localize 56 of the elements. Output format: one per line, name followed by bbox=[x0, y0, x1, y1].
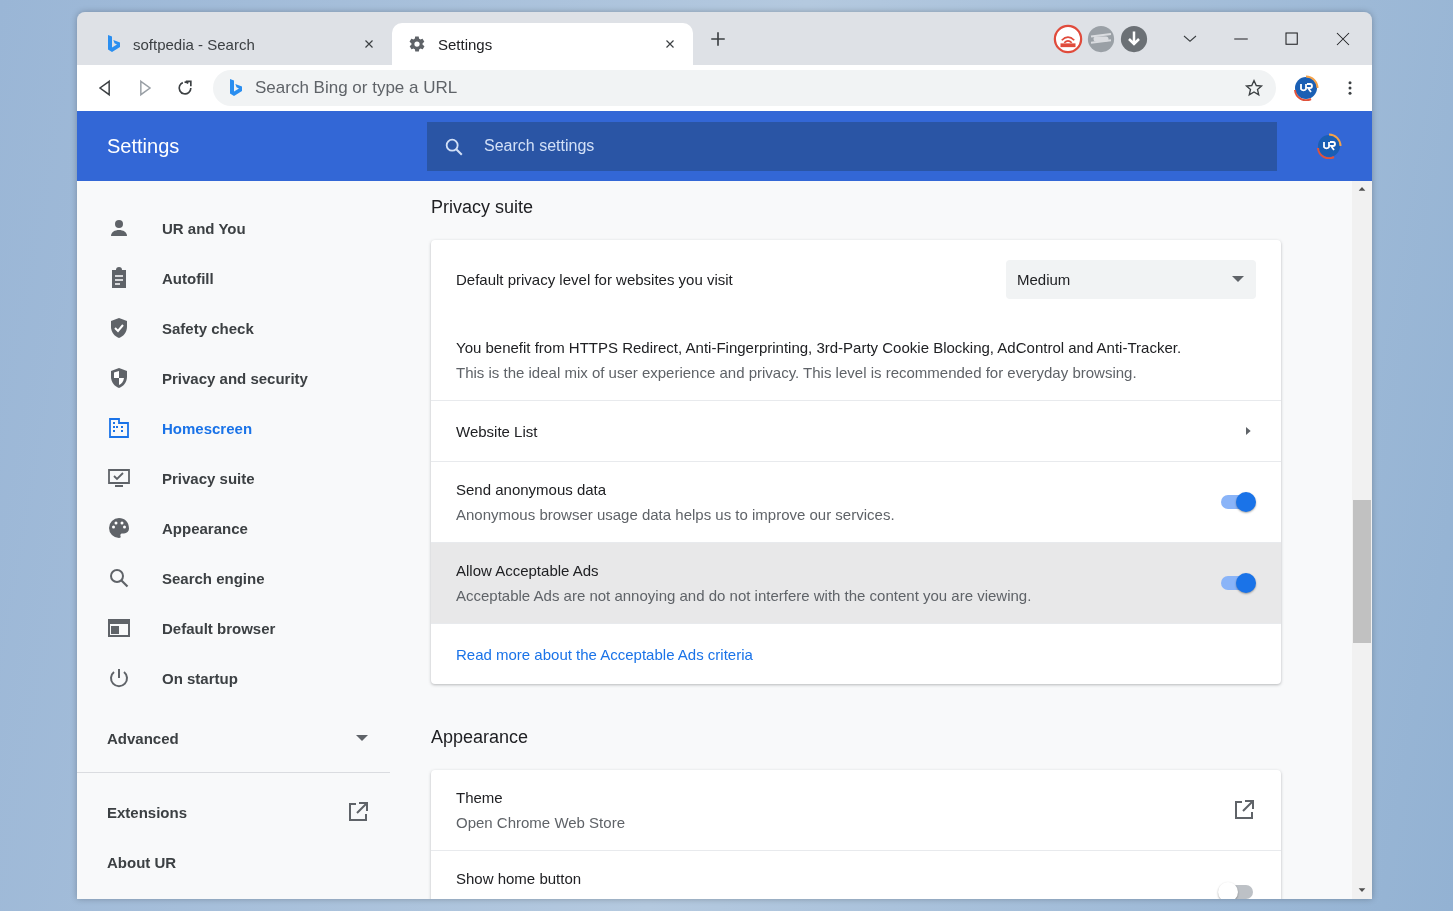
sidebar-item[interactable]: Default browser bbox=[77, 603, 276, 653]
description-text: This is the ideal mix of user experience and privacy. This level is recommended for everyday browsing. bbox=[456, 363, 1137, 383]
page-title: Settings bbox=[107, 134, 181, 158]
reload-icon[interactable] bbox=[175, 78, 195, 98]
star-icon[interactable] bbox=[1244, 78, 1264, 98]
setting-description: Anonymous browser usage data helps us to improve our services. bbox=[456, 505, 896, 525]
privacy-level-dropdown[interactable]: Medium bbox=[1006, 259, 1256, 299]
scrollbar-thumb[interactable] bbox=[1353, 500, 1371, 643]
browser-tab[interactable]: softpedia - Search bbox=[91, 23, 392, 65]
download-icon[interactable] bbox=[1119, 23, 1149, 54]
sidebar-item[interactable]: On startup bbox=[77, 653, 238, 703]
setting-description: Acceptable Ads are not annoying and do not interfere with the content you are viewing. bbox=[456, 586, 1033, 606]
search-icon bbox=[107, 566, 131, 590]
sidebar-item[interactable]: Safety check bbox=[77, 303, 254, 353]
setting-label: Send anonymous data bbox=[456, 480, 608, 500]
new-tab-icon[interactable] bbox=[709, 29, 727, 48]
gear-icon bbox=[408, 35, 426, 53]
caret-down-icon bbox=[356, 735, 368, 741]
setting-label: Default privacy level for websites you visit bbox=[456, 269, 733, 290]
sidebar-item[interactable]: Privacy suite bbox=[77, 453, 255, 503]
sidebar-link[interactable]: Extensions bbox=[107, 787, 370, 837]
maximize-icon[interactable] bbox=[1283, 29, 1301, 48]
scroll-up-icon[interactable] bbox=[1357, 184, 1367, 194]
ur-logo-icon[interactable] bbox=[1316, 133, 1342, 159]
bing-icon bbox=[107, 34, 121, 54]
sidebar-item[interactable]: Appearance bbox=[77, 503, 248, 553]
website-list-row[interactable]: Website List bbox=[431, 400, 1281, 461]
power-icon bbox=[107, 666, 131, 690]
scroll-down-icon[interactable] bbox=[1357, 885, 1367, 895]
building-icon bbox=[107, 416, 131, 440]
setting-label: Theme bbox=[456, 788, 504, 808]
description-text: You benefit from HTTPS Redirect, Anti-Fingerprinting, 3rd-Party Cookie Blocking, AdControl and Anti-Tracker. bbox=[456, 338, 1182, 358]
advanced-toggle[interactable]: Advanced bbox=[107, 718, 368, 758]
setting-description: Open Chrome Web Store bbox=[456, 813, 626, 833]
section-title: Appearance bbox=[431, 726, 530, 749]
browser-window-icon bbox=[107, 616, 131, 640]
criteria-link[interactable]: Read more about the Acceptable Ads criteria bbox=[456, 641, 753, 667]
setting-label: Show home button bbox=[456, 869, 583, 889]
sidebar-item[interactable]: Autofill bbox=[77, 253, 214, 303]
sidebar-item[interactable]: Search engine bbox=[77, 553, 265, 603]
section-title: Privacy suite bbox=[431, 196, 535, 219]
monitor-check-icon bbox=[107, 466, 131, 490]
external-link-icon[interactable] bbox=[1232, 798, 1256, 822]
setting-label: Allow Acceptable Ads bbox=[456, 561, 600, 581]
profile-icon[interactable] bbox=[1293, 75, 1319, 101]
palette-icon bbox=[107, 516, 131, 540]
search-field[interactable]: Search settings bbox=[427, 121, 1277, 171]
sidebar-item[interactable]: Homescreen bbox=[77, 403, 253, 453]
external-link-icon[interactable] bbox=[346, 800, 370, 824]
browser-tab[interactable]: Settings bbox=[392, 23, 693, 65]
address-bar[interactable]: Search Bing or type a URL bbox=[213, 70, 1276, 106]
caret-down-icon bbox=[1232, 276, 1244, 282]
sidebar-item[interactable]: Privacy and security bbox=[77, 353, 308, 403]
sidebar-item[interactable]: UR and You bbox=[77, 203, 246, 253]
bing-icon bbox=[229, 78, 243, 98]
sidebar-link[interactable]: About UR bbox=[107, 837, 370, 887]
